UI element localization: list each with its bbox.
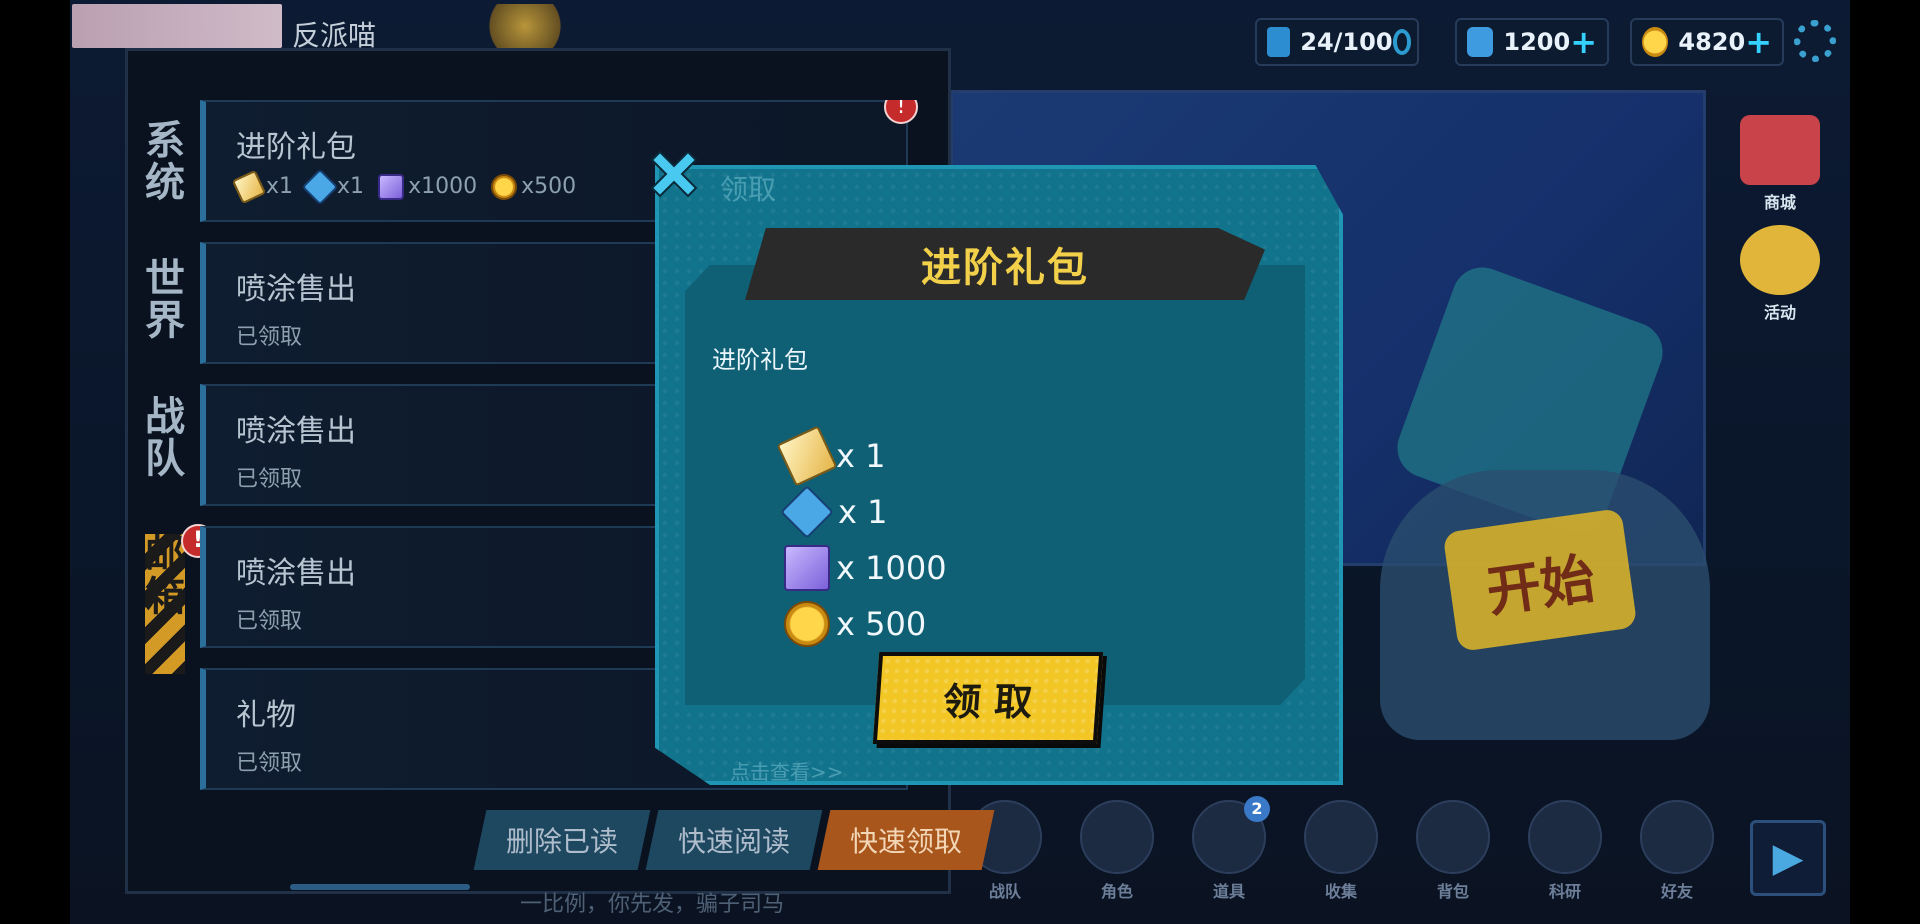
gem-icon bbox=[1467, 27, 1494, 57]
stamina-value: 24/100 bbox=[1300, 28, 1393, 56]
modal-header: 进阶礼包 bbox=[745, 228, 1265, 300]
mail-title: 喷涂售出 bbox=[236, 414, 356, 449]
mail-actions: 删除已读 快速阅读 快速领取 bbox=[473, 810, 995, 870]
view-link[interactable]: 点击查看>> bbox=[730, 756, 844, 785]
modal-description: 进阶礼包 bbox=[712, 346, 808, 374]
bottom-nav: 战队 角色 2 道具 收集 背包 科研 好友 bbox=[960, 796, 1722, 902]
reward-qty: x 1000 bbox=[836, 549, 947, 587]
coin-pill[interactable]: 4820 + bbox=[1630, 18, 1784, 66]
items-badge: 2 bbox=[1244, 796, 1270, 822]
cube-icon bbox=[784, 545, 830, 591]
reward-qty: x 1 bbox=[836, 437, 886, 475]
nav-character[interactable]: 角色 bbox=[1072, 800, 1162, 902]
reward-qty: x 500 bbox=[836, 605, 927, 643]
tab-mailbox-label: 邮箱 bbox=[145, 532, 185, 620]
event-button[interactable]: 活动 bbox=[1730, 225, 1830, 323]
character-icon bbox=[1080, 800, 1154, 874]
nav-research[interactable]: 科研 bbox=[1520, 800, 1610, 902]
claim-button[interactable]: 领 取 bbox=[872, 652, 1104, 744]
reward-row: x 1 bbox=[776, 425, 947, 487]
friends-icon bbox=[1640, 800, 1714, 874]
nav-backpack[interactable]: 背包 bbox=[1408, 800, 1498, 902]
ticket-icon bbox=[776, 425, 838, 487]
mail-title: 喷涂售出 bbox=[236, 272, 356, 307]
gear-icon[interactable] bbox=[1794, 20, 1836, 62]
unread-alert-icon: ! bbox=[884, 100, 918, 124]
event-label: 活动 bbox=[1763, 303, 1796, 322]
mail-reward: x1000 bbox=[378, 174, 477, 200]
mail-title: 礼物 bbox=[236, 698, 296, 733]
search-icon[interactable] bbox=[1392, 29, 1411, 55]
flask-icon bbox=[1528, 800, 1602, 874]
event-icon bbox=[1740, 225, 1820, 295]
mail-reward: x1 bbox=[231, 169, 293, 205]
tab-mailbox[interactable]: 邮箱 ! bbox=[145, 524, 215, 674]
coin-icon bbox=[784, 601, 830, 647]
rank-badge bbox=[480, 4, 570, 48]
reward-row: x 1000 bbox=[784, 540, 947, 596]
mail-reward: x1 bbox=[301, 168, 364, 206]
ticket-icon bbox=[231, 169, 267, 205]
nav-friends[interactable]: 好友 bbox=[1632, 800, 1722, 902]
mail-status: 已领取 bbox=[236, 751, 303, 776]
play-arrow-icon[interactable]: ▶ bbox=[1750, 820, 1826, 896]
nav-items[interactable]: 2 道具 bbox=[1184, 796, 1274, 902]
coin-icon bbox=[491, 174, 518, 200]
collection-icon bbox=[1304, 800, 1378, 874]
reward-qty: x 1 bbox=[838, 493, 888, 531]
modal-title: 进阶礼包 bbox=[921, 245, 1089, 291]
claim-label: 领 取 bbox=[941, 679, 1034, 724]
background-claim-label: 领取 bbox=[720, 173, 777, 206]
mail-reward: x500 bbox=[491, 174, 576, 200]
quick-claim-button[interactable]: 快速领取 bbox=[817, 810, 995, 870]
reward-list: x 1 x 1 x 1000 x 500 bbox=[776, 425, 947, 652]
tab-system[interactable]: 系统 bbox=[145, 120, 185, 250]
stamina-icon bbox=[1267, 27, 1291, 57]
mail-title: 进阶礼包 bbox=[236, 130, 356, 165]
start-button[interactable]: 开始 bbox=[1442, 508, 1638, 652]
shop-icon bbox=[1740, 115, 1820, 185]
add-coins-button[interactable]: + bbox=[1745, 23, 1772, 61]
backpack-icon bbox=[1416, 800, 1490, 874]
mystery-box-icon bbox=[301, 168, 339, 206]
mail-status: 已领取 bbox=[236, 325, 303, 350]
scrollbar[interactable] bbox=[290, 884, 470, 890]
close-button[interactable] bbox=[644, 144, 704, 204]
footer-text: 一比例，你先发，骗子司马 bbox=[520, 892, 785, 917]
shop-label: 商城 bbox=[1763, 193, 1796, 212]
mail-status: 已领取 bbox=[236, 609, 303, 634]
mystery-box-icon bbox=[780, 485, 834, 539]
mail-tabs: 系统 世界 战队 邮箱 ! bbox=[145, 120, 215, 682]
reward-row: x 500 bbox=[784, 596, 947, 652]
mail-title: 喷涂售出 bbox=[236, 556, 356, 591]
close-icon bbox=[650, 150, 698, 198]
nav-collection[interactable]: 收集 bbox=[1296, 800, 1386, 902]
screen-edge bbox=[1850, 0, 1920, 924]
items-icon: 2 bbox=[1192, 796, 1270, 874]
tab-team[interactable]: 战队 bbox=[145, 396, 185, 526]
mail-status: 已领取 bbox=[236, 467, 303, 492]
mail-rewards: x1 x1 x1000 x500 bbox=[231, 168, 576, 206]
delete-read-button[interactable]: 删除已读 bbox=[473, 810, 651, 870]
add-gems-button[interactable]: + bbox=[1570, 23, 1597, 61]
cube-icon bbox=[378, 174, 405, 200]
modal-content-panel bbox=[685, 265, 1305, 705]
reward-row: x 1 bbox=[780, 484, 947, 540]
stamina-pill[interactable]: 24/100 bbox=[1255, 18, 1419, 66]
gem-value: 1200 bbox=[1503, 28, 1571, 56]
gem-pill[interactable]: 1200 + bbox=[1455, 18, 1609, 66]
quick-read-button[interactable]: 快速阅读 bbox=[645, 810, 823, 870]
coin-value: 4820 bbox=[1678, 28, 1746, 56]
profile-card[interactable] bbox=[72, 4, 282, 48]
tab-world[interactable]: 世界 bbox=[145, 258, 185, 388]
coin-icon bbox=[1642, 27, 1669, 57]
shop-button[interactable]: 商城 bbox=[1730, 115, 1830, 213]
